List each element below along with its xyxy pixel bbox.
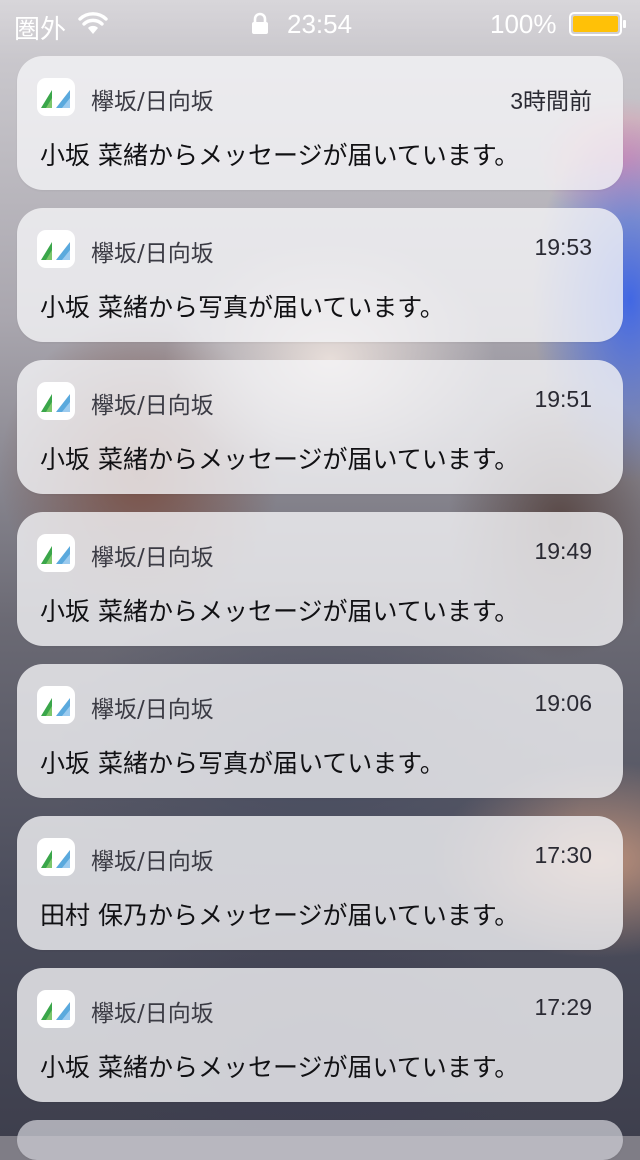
notification-message: 小坂 菜緒から写真が届いています。 xyxy=(40,749,445,778)
notification-message: 小坂 菜緒からメッセージが届いています。 xyxy=(40,597,520,626)
notification-app-name: 欅坂/日向坂 xyxy=(91,241,214,267)
notification-app-name: 欅坂/日向坂 xyxy=(91,1001,214,1027)
app-logo-icon xyxy=(37,838,75,876)
notification-time: 19:53 xyxy=(534,234,592,260)
app-logo-icon xyxy=(37,78,75,116)
notification-card[interactable]: 欅坂/日向坂 19:49 小坂 菜緒からメッセージが届いています。 xyxy=(17,512,623,646)
app-logo-icon xyxy=(37,382,75,420)
status-time: 23:54 xyxy=(287,9,353,39)
notification-time: 3時間前 xyxy=(510,88,592,114)
carrier-label: 圏外 xyxy=(14,14,67,44)
app-logo-icon xyxy=(37,686,75,724)
app-logo-icon xyxy=(37,534,75,572)
notification-card[interactable]: 欅坂/日向坂 17:30 田村 保乃からメッセージが届いています。 xyxy=(17,816,623,950)
battery-icon xyxy=(569,12,626,36)
notification-message: 田村 保乃からメッセージが届いています。 xyxy=(40,901,520,930)
notification-time: 19:49 xyxy=(534,538,592,564)
notification-card-partial[interactable] xyxy=(17,1120,623,1160)
notification-time: 17:29 xyxy=(534,994,592,1020)
notification-card[interactable]: 欅坂/日向坂 19:53 小坂 菜緒から写真が届いています。 xyxy=(17,208,623,342)
notification-time: 19:06 xyxy=(534,690,592,716)
notification-time: 19:51 xyxy=(534,386,592,412)
notification-time: 17:30 xyxy=(534,842,592,868)
wifi-icon xyxy=(78,12,108,34)
notification-message: 小坂 菜緒から写真が届いています。 xyxy=(40,293,445,322)
notification-card[interactable]: 欅坂/日向坂 17:29 小坂 菜緒からメッセージが届いています。 xyxy=(17,968,623,1102)
notification-message: 小坂 菜緒からメッセージが届いています。 xyxy=(40,1053,520,1082)
notification-app-name: 欅坂/日向坂 xyxy=(91,545,214,571)
notification-app-name: 欅坂/日向坂 xyxy=(91,89,214,115)
status-bar: 圏外 23:54 100% xyxy=(0,0,640,48)
notification-card[interactable]: 欅坂/日向坂 3時間前小坂 菜緒からメッセージが届いています。 xyxy=(17,56,623,190)
notification-card[interactable]: 欅坂/日向坂 19:06 小坂 菜緒から写真が届いています。 xyxy=(17,664,623,798)
app-logo-icon xyxy=(37,230,75,268)
notification-app-name: 欅坂/日向坂 xyxy=(91,393,214,419)
battery-percent: 100% xyxy=(490,9,557,39)
lock-icon xyxy=(252,12,268,34)
notification-card[interactable]: 欅坂/日向坂 19:51 小坂 菜緒からメッセージが届いています。 xyxy=(17,360,623,494)
notification-message: 小坂 菜緒からメッセージが届いています。 xyxy=(40,141,520,170)
app-logo-icon xyxy=(37,990,75,1028)
notification-app-name: 欅坂/日向坂 xyxy=(91,849,214,875)
notification-message: 小坂 菜緒からメッセージが届いています。 xyxy=(40,445,520,474)
notification-app-name: 欅坂/日向坂 xyxy=(91,697,214,723)
